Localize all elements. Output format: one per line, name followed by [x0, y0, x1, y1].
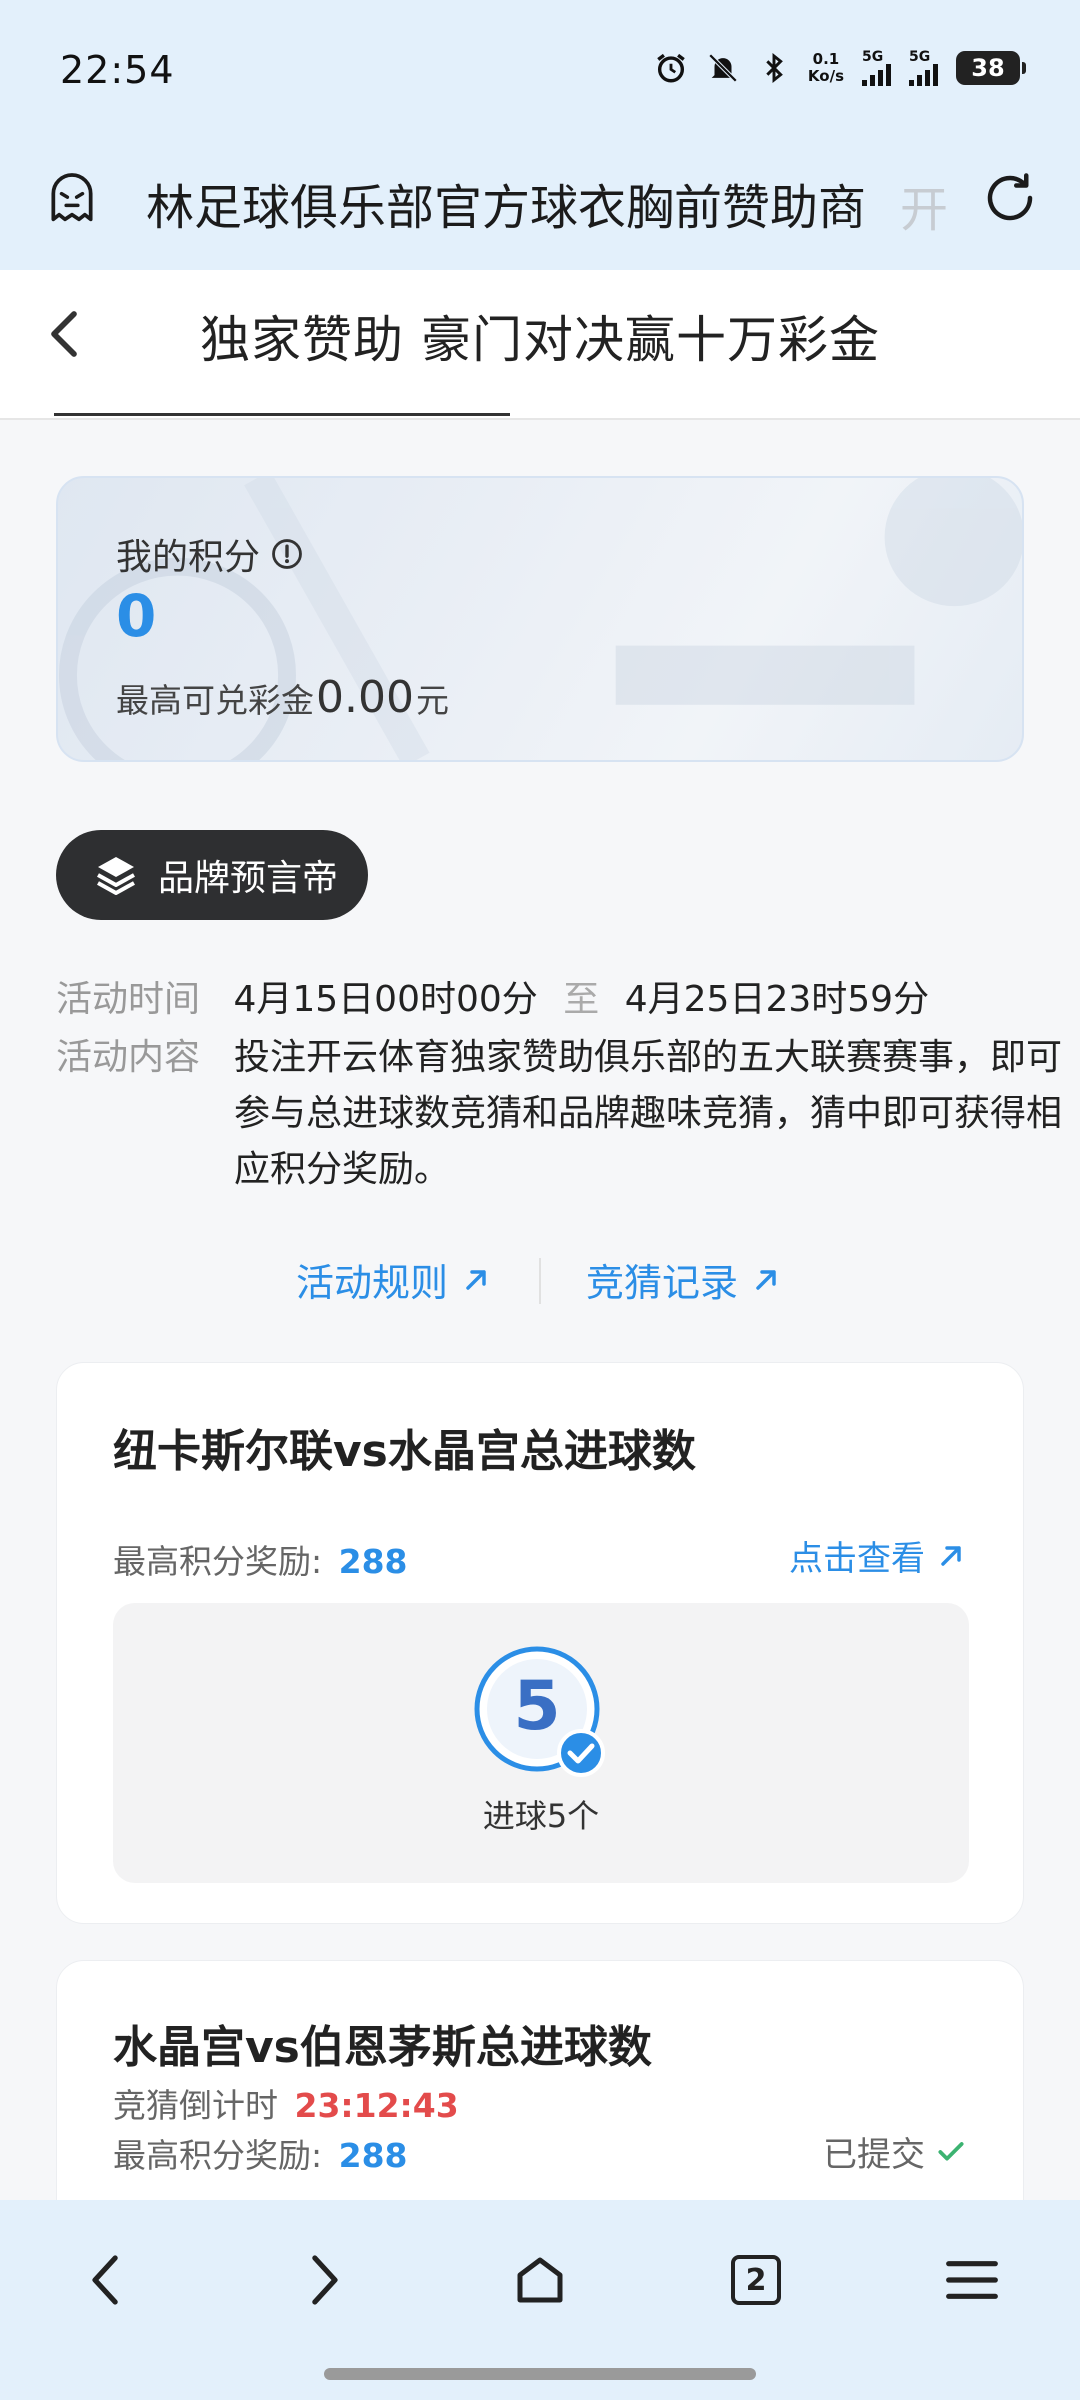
brand-prophet-tab[interactable]: 品牌预言帝	[56, 830, 368, 920]
arrow-up-right-icon	[466, 1269, 486, 1290]
sim1-label: 5G	[862, 49, 884, 65]
loading-progress-line	[54, 413, 510, 416]
alarm-icon	[657, 53, 685, 83]
nav-forward-button[interactable]	[284, 2240, 364, 2320]
reward-value: 288	[338, 1542, 408, 1581]
records-link[interactable]: 竞猜记录	[586, 1252, 782, 1307]
url-bar[interactable]: 林足球俱乐部官方球衣胸前赞助商 开	[0, 160, 1080, 270]
submitted-status: 已提交	[823, 2127, 967, 2176]
status-icons: 0.1 Ko/s 5G 5G 38	[654, 50, 1026, 86]
arrow-up-right-icon	[756, 1269, 776, 1290]
url-overflow-text: 开	[900, 182, 949, 238]
goal-caption: 进球5个	[482, 1797, 600, 1835]
menu-icon	[946, 2261, 998, 2299]
countdown-label: 竞猜倒计时	[113, 2086, 278, 2125]
mute-bell-icon	[708, 53, 738, 83]
max-reward: 最高积分奖励: 288	[113, 1535, 408, 1583]
browser-chrome: 22:54 0.1 Ko/s 5G 5G 38 林足球俱乐部官方球衣胸前赞助商 …	[0, 0, 1080, 270]
match-title: 纽卡斯尔联vs水晶宫总进球数	[113, 1426, 696, 1477]
speed-unit: Ko/s	[807, 67, 844, 85]
activity-time-label: 活动时间	[56, 979, 201, 1020]
match-title: 水晶宫vs伯恩茅斯总进球数	[113, 2022, 652, 2073]
speed-value: 0.1	[812, 50, 840, 68]
signal-bars-icon	[909, 64, 938, 86]
points-label: 我的积分	[116, 528, 304, 580]
activity-time-row: 活动时间 4月15日00时00分 至 4月25日23时59分	[56, 972, 929, 1028]
submitted-label: 已提交	[823, 2135, 925, 2175]
nav-tabs-button[interactable]: 2	[716, 2240, 796, 2320]
activity-content-label: 活动内容	[56, 1037, 201, 1078]
points-label-text: 我的积分	[116, 537, 261, 578]
redeem-info: 最高可兑彩金 0.00 元	[116, 672, 449, 723]
chevron-left-icon	[92, 2255, 118, 2305]
guess-countdown: 竞猜倒计时 23:12:43	[113, 2079, 459, 2127]
goal-number: 5	[513, 1667, 561, 1746]
signal-sim1: 5G	[862, 50, 891, 86]
activity-links: 活动规则 竞猜记录	[0, 1252, 1080, 1312]
brand-tag-label: 品牌预言帝	[158, 858, 339, 899]
page-header: 独家赞助 豪门对决赢十万彩金	[0, 270, 1080, 420]
bluetooth-icon	[766, 52, 783, 84]
goal-option-selected[interactable]: 5	[473, 1645, 607, 1779]
goal-options-box: 5 进球5个	[113, 1603, 969, 1883]
page-title: 独家赞助 豪门对决赢十万彩金	[200, 311, 880, 369]
match-card: 纽卡斯尔联vs水晶宫总进球数 最高积分奖励: 288 点击查看 5 进球5个	[56, 1362, 1024, 1924]
url-text[interactable]: 林足球俱乐部官方球衣胸前赞助商	[146, 168, 906, 238]
activity-end: 4月25日23时59分	[624, 979, 930, 1020]
info-icon[interactable]	[270, 537, 304, 571]
home-indicator[interactable]	[324, 2368, 756, 2380]
network-speed: 0.1 Ko/s	[808, 51, 844, 85]
activity-content-text: 投注开云体育独家赞助俱乐部的五大联赛赛事，即可参与总进球数竞猜和品牌趣味竞猜，猜…	[234, 1037, 1063, 1190]
reload-icon[interactable]	[980, 168, 1040, 228]
reward-value: 288	[338, 2136, 408, 2175]
view-details-link[interactable]: 点击查看	[789, 1531, 967, 1580]
nav-home-button[interactable]	[500, 2240, 580, 2320]
view-details-label: 点击查看	[789, 1539, 925, 1579]
browser-bottom-nav: 2	[0, 2200, 1080, 2400]
reward-label: 最高积分奖励:	[113, 1542, 323, 1581]
signal-bars-icon	[862, 64, 891, 86]
tab-count: 2	[731, 2255, 781, 2305]
countdown-value: 23:12:43	[294, 2086, 459, 2125]
rules-link[interactable]: 活动规则	[296, 1252, 492, 1307]
sim2-label: 5G	[909, 49, 931, 65]
redeem-prefix: 最高可兑彩金	[116, 681, 314, 720]
points-value: 0	[116, 582, 157, 650]
nav-menu-button[interactable]	[932, 2240, 1012, 2320]
links-divider	[539, 1258, 541, 1304]
chevron-right-icon	[312, 2255, 338, 2305]
activity-separator: 至	[563, 979, 600, 1020]
check-icon	[938, 2141, 964, 2161]
ghost-icon[interactable]	[44, 168, 100, 224]
redeem-unit: 元	[415, 681, 449, 720]
signal-sim2: 5G	[909, 50, 938, 86]
max-reward: 最高积分奖励: 288	[113, 2129, 408, 2177]
activity-start: 4月15日00时00分	[233, 979, 538, 1020]
battery-icon: 38	[956, 51, 1026, 85]
status-time: 22:54	[60, 48, 175, 92]
points-card: 我的积分 0 最高可兑彩金 0.00 元	[56, 476, 1024, 762]
arrow-up-right-icon	[941, 1545, 961, 1566]
redeem-amount: 0.00	[316, 672, 414, 723]
reward-label: 最高积分奖励:	[113, 2136, 323, 2175]
nav-back-button[interactable]	[66, 2240, 146, 2320]
records-link-label: 竞猜记录	[586, 1261, 739, 1305]
home-icon	[517, 2257, 563, 2303]
rules-link-label: 活动规则	[296, 1261, 449, 1305]
layers-icon	[97, 857, 135, 895]
